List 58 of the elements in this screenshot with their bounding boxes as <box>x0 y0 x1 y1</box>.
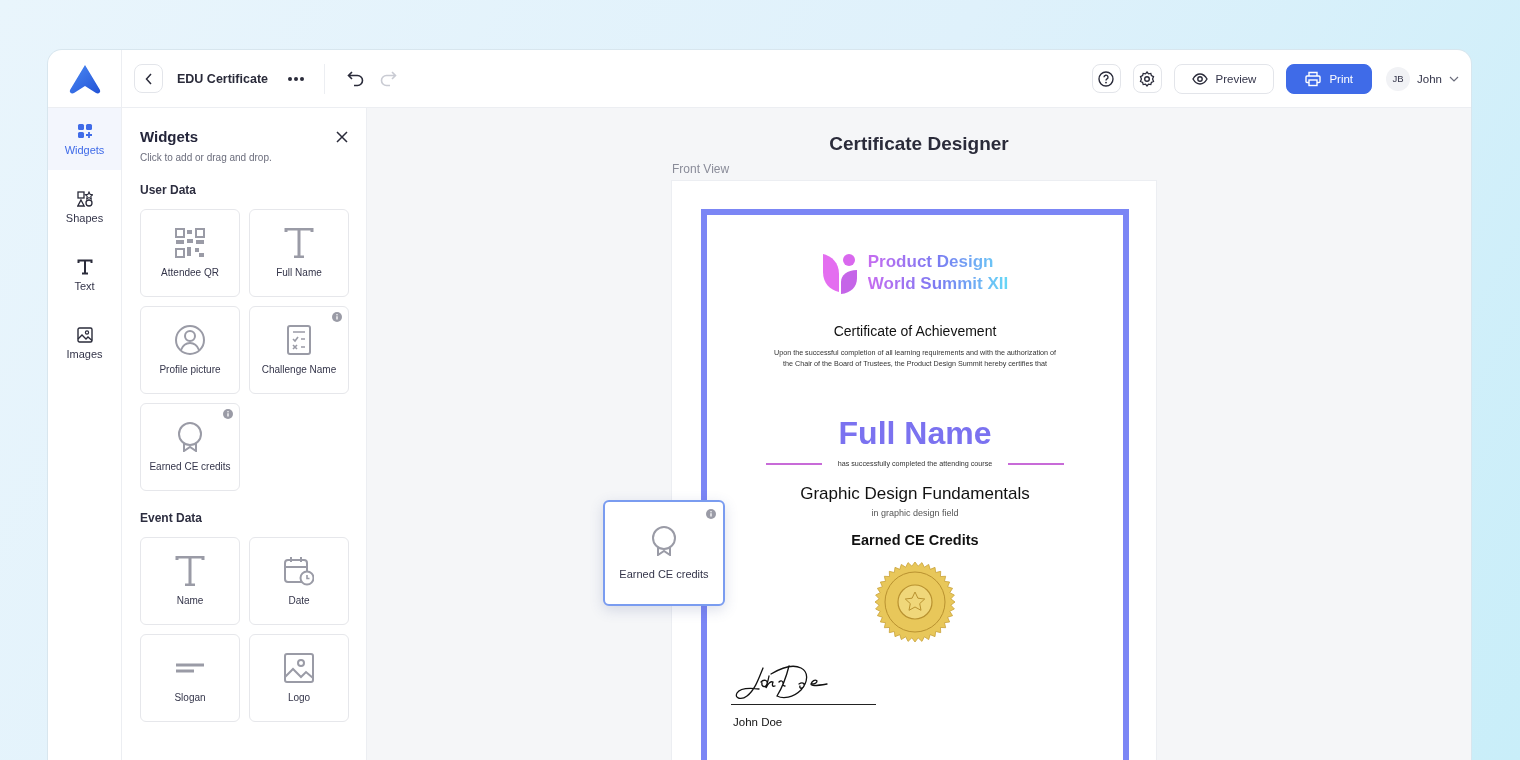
preview-button[interactable]: Preview <box>1173 63 1275 94</box>
print-button[interactable]: Print <box>1286 63 1373 94</box>
image-icon <box>76 326 93 343</box>
widget-card[interactable]: Name <box>140 537 240 625</box>
course-field: in graphic design field <box>871 508 959 518</box>
app-logo <box>68 63 101 94</box>
sidebar-item[interactable]: Widgets <box>48 108 121 170</box>
user-circle-icon <box>175 325 205 355</box>
shapes-icon <box>76 190 93 207</box>
widget-card[interactable]: Full Name <box>249 209 349 297</box>
widget-card[interactable]: Profile picture <box>140 306 240 394</box>
recipient-name: Full Name <box>838 415 992 452</box>
award-ribbon-icon <box>175 422 205 452</box>
panel-title: Widgets <box>140 128 199 145</box>
section-heading: Event Data <box>140 511 204 525</box>
text-icon <box>284 228 314 258</box>
dragged-widget-card[interactable]: Earned CE credits <box>603 500 725 606</box>
sidebar-item[interactable]: Text <box>48 244 121 306</box>
canvas-title: Certificate Designer <box>829 133 1009 155</box>
printer-icon <box>1305 70 1322 87</box>
widget-card[interactable]: Earned CE credits <box>140 403 240 491</box>
sidebar-item[interactable]: Shapes <box>48 176 121 238</box>
user-avatar[interactable]: JB <box>1386 66 1411 91</box>
course-title: Graphic Design Fundamentals <box>800 484 1030 504</box>
settings-button[interactable] <box>1132 64 1162 93</box>
widget-card[interactable]: Logo <box>249 634 349 722</box>
widget-card[interactable]: Slogan <box>140 634 240 722</box>
certificate-heading: Certificate of Achievement <box>833 323 997 339</box>
widgets-icon <box>76 122 93 139</box>
back-button[interactable] <box>134 64 163 93</box>
qr-code-icon <box>175 228 205 258</box>
calendar-clock-icon <box>284 556 314 586</box>
widget-card[interactable]: Attendee QR <box>140 209 240 297</box>
settings-icon <box>1139 70 1155 87</box>
user-name[interactable]: John <box>1417 72 1442 85</box>
eye-icon <box>1191 70 1208 87</box>
undo-button[interactable] <box>345 68 366 89</box>
help-button[interactable] <box>1091 64 1121 93</box>
section-heading: User Data <box>140 183 198 197</box>
more-icon[interactable] <box>288 76 304 81</box>
leaf-logo-icon <box>821 252 858 294</box>
sidebar-item[interactable]: Images <box>48 312 121 374</box>
image-icon <box>284 653 314 683</box>
help-icon <box>1098 70 1114 87</box>
view-label: Front View <box>672 162 731 176</box>
text-icon <box>76 258 93 275</box>
widget-card[interactable]: Challenge Name <box>249 306 349 394</box>
panel-subtitle: Click to add or drag and drop. <box>140 152 273 163</box>
widget-card[interactable]: Date <box>249 537 349 625</box>
chevron-left-icon <box>144 72 153 85</box>
chevron-down-icon[interactable] <box>1449 75 1459 82</box>
credits-heading: Earned CE Credits <box>851 532 979 548</box>
signer-name: John Doe <box>733 716 784 728</box>
close-button[interactable] <box>336 130 348 143</box>
document-title: EDU Certificate <box>177 71 268 86</box>
checklist-icon <box>284 325 314 355</box>
text-icon <box>175 556 205 586</box>
award-ribbon-icon <box>649 526 679 556</box>
